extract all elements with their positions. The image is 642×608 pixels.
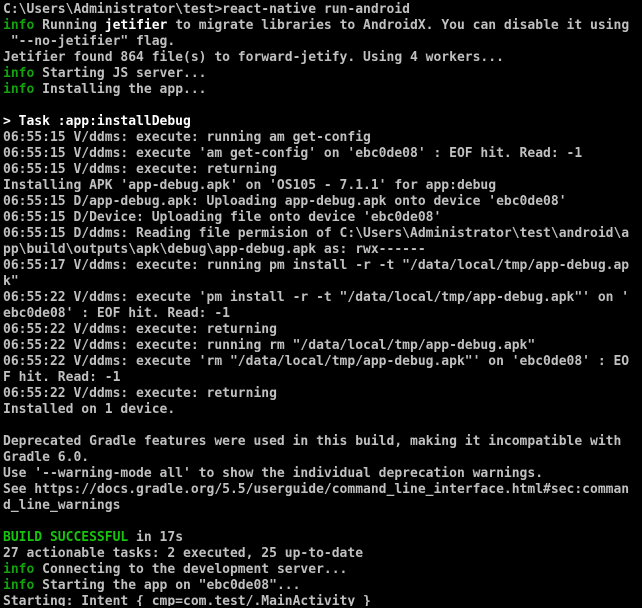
console-text: Running bbox=[34, 18, 105, 33]
console-line: > Task :app:installDebug bbox=[3, 114, 640, 130]
console-text: 06:55:15 V/ddms: execute: running am get… bbox=[3, 130, 371, 145]
console-text: 06:55:15 V/ddms: execute 'am get-config'… bbox=[3, 146, 583, 161]
console-text: Gradle 6.0. bbox=[3, 450, 90, 465]
console-text: "--no-jetifier" flag. bbox=[3, 34, 176, 49]
console-line: 06:55:17 V/ddms: execute: running pm ins… bbox=[3, 258, 640, 274]
console-text: Jetifier found 864 file(s) to forward-je… bbox=[3, 50, 504, 65]
console-line: Installed on 1 device. bbox=[3, 402, 640, 418]
console-text: 06:55:22 V/ddms: execute 'pm install -r … bbox=[3, 290, 630, 305]
info-tag: info bbox=[3, 18, 35, 33]
console-line: 06:55:15 V/ddms: execute: running am get… bbox=[3, 130, 640, 146]
console-text: 06:55:22 V/ddms: execute: returning bbox=[3, 386, 277, 401]
console-text: to migrate libraries to AndroidX. You ca… bbox=[167, 18, 630, 33]
console-text: 06:55:15 V/ddms: execute: returning bbox=[3, 162, 277, 177]
console-line: C:\Users\Administrator\test>react-native… bbox=[3, 2, 640, 18]
console-text: Installed on 1 device. bbox=[3, 402, 176, 417]
console-text: 06:55:15 D/Device: Uploading file onto d… bbox=[3, 210, 442, 225]
console-text: Connecting to the development server... bbox=[34, 562, 348, 577]
console-line: 06:55:15 D/app-debug.apk: Uploading app-… bbox=[3, 194, 640, 210]
console-line: 06:55:22 V/ddms: execute 'pm install -r … bbox=[3, 290, 640, 306]
console-text: Installing APK 'app-debug.apk' on 'OS105… bbox=[3, 178, 497, 193]
console-text: See https://docs.gradle.org/5.5/userguid… bbox=[3, 482, 630, 497]
info-tag: info bbox=[3, 578, 35, 593]
console-line: info Running jetifier to migrate librari… bbox=[3, 18, 640, 34]
console-text: in 17s bbox=[128, 530, 184, 545]
console-line: 06:55:15 D/ddms: Reading file permision … bbox=[3, 226, 640, 242]
highlighted-text: > Task :app:installDebug bbox=[3, 114, 191, 129]
console-text: F hit. Read: -1 bbox=[3, 370, 121, 385]
console-text: d_line_warnings bbox=[3, 498, 121, 513]
info-tag: info bbox=[3, 562, 35, 577]
console-line: ebc0de08' : EOF hit. Read: -1 bbox=[3, 306, 640, 322]
console-line: 27 actionable tasks: 2 executed, 25 up-t… bbox=[3, 546, 640, 562]
console-line: k" bbox=[3, 274, 640, 290]
console-text: 06:55:17 V/ddms: execute: running pm ins… bbox=[3, 258, 630, 273]
console-text: 06:55:15 D/app-debug.apk: Uploading app-… bbox=[3, 194, 567, 209]
highlighted-text: jetifier bbox=[104, 18, 168, 33]
console-line: 06:55:22 V/ddms: execute: returning bbox=[3, 386, 640, 402]
console-text: k" bbox=[3, 274, 19, 289]
console-text: 06:55:22 V/ddms: execute: returning bbox=[3, 322, 277, 337]
console-line: See https://docs.gradle.org/5.5/userguid… bbox=[3, 482, 640, 498]
console-line: 06:55:22 V/ddms: execute 'rm "/data/loca… bbox=[3, 354, 640, 370]
console-text: C:\Users\Administrator\test>react-native… bbox=[3, 2, 410, 17]
console-line: pp\build\outputs\apk\debug\app-debug.apk… bbox=[3, 242, 640, 258]
console-line: info Starting JS server... bbox=[3, 66, 640, 82]
console-text: 06:55:22 V/ddms: execute: running rm "/d… bbox=[3, 338, 536, 353]
console-line: Jetifier found 864 file(s) to forward-je… bbox=[3, 50, 640, 66]
console-line: info Starting the app on "ebc0de08"... bbox=[3, 578, 640, 594]
console-text: Starting the app on "ebc0de08"... bbox=[34, 578, 301, 593]
info-tag: info bbox=[3, 66, 35, 81]
console-line: 06:55:15 D/Device: Uploading file onto d… bbox=[3, 210, 640, 226]
console-line: BUILD SUCCESSFUL in 17s bbox=[3, 530, 640, 546]
console-text: 06:55:22 V/ddms: execute 'rm "/data/loca… bbox=[3, 354, 630, 369]
console-line: Use '--warning-mode all' to show the ind… bbox=[3, 466, 640, 482]
console-line: 06:55:22 V/ddms: execute: returning bbox=[3, 322, 640, 338]
console-line: F hit. Read: -1 bbox=[3, 370, 640, 386]
console-text: 06:55:15 D/ddms: Reading file permision … bbox=[3, 226, 630, 241]
console-line: Gradle 6.0. bbox=[3, 450, 640, 466]
console-text: ebc0de08' : EOF hit. Read: -1 bbox=[3, 306, 230, 321]
console-line: 06:55:15 V/ddms: execute: returning bbox=[3, 162, 640, 178]
console-line: info Installing the app... bbox=[3, 82, 640, 98]
console-text: pp\build\outputs\apk\debug\app-debug.apk… bbox=[3, 242, 426, 257]
console-text: 27 actionable tasks: 2 executed, 25 up-t… bbox=[3, 546, 364, 561]
console-text: Starting JS server... bbox=[34, 66, 207, 81]
console-line: info Connecting to the development serve… bbox=[3, 562, 640, 578]
info-tag: info bbox=[3, 82, 35, 97]
console-text: Deprecated Gradle features were used in … bbox=[3, 434, 622, 449]
console-line: 06:55:15 V/ddms: execute 'am get-config'… bbox=[3, 146, 640, 162]
console-text: Use '--warning-mode all' to show the ind… bbox=[3, 466, 544, 481]
console-text: Installing the app... bbox=[34, 82, 207, 97]
console-line: 06:55:22 V/ddms: execute: running rm "/d… bbox=[3, 338, 640, 354]
console-line: "--no-jetifier" flag. bbox=[3, 34, 640, 50]
console-line: Starting: Intent { cmp=com.test/.MainAct… bbox=[3, 594, 640, 606]
console-text: Starting: Intent { cmp=com.test/.MainAct… bbox=[3, 594, 371, 606]
console-line: Installing APK 'app-debug.apk' on 'OS105… bbox=[3, 178, 640, 194]
terminal-output[interactable]: C:\Users\Administrator\test>react-native… bbox=[3, 2, 640, 606]
console-line: Deprecated Gradle features were used in … bbox=[3, 434, 640, 450]
console-line: d_line_warnings bbox=[3, 498, 640, 514]
build-success-tag: BUILD SUCCESSFUL bbox=[3, 530, 129, 545]
